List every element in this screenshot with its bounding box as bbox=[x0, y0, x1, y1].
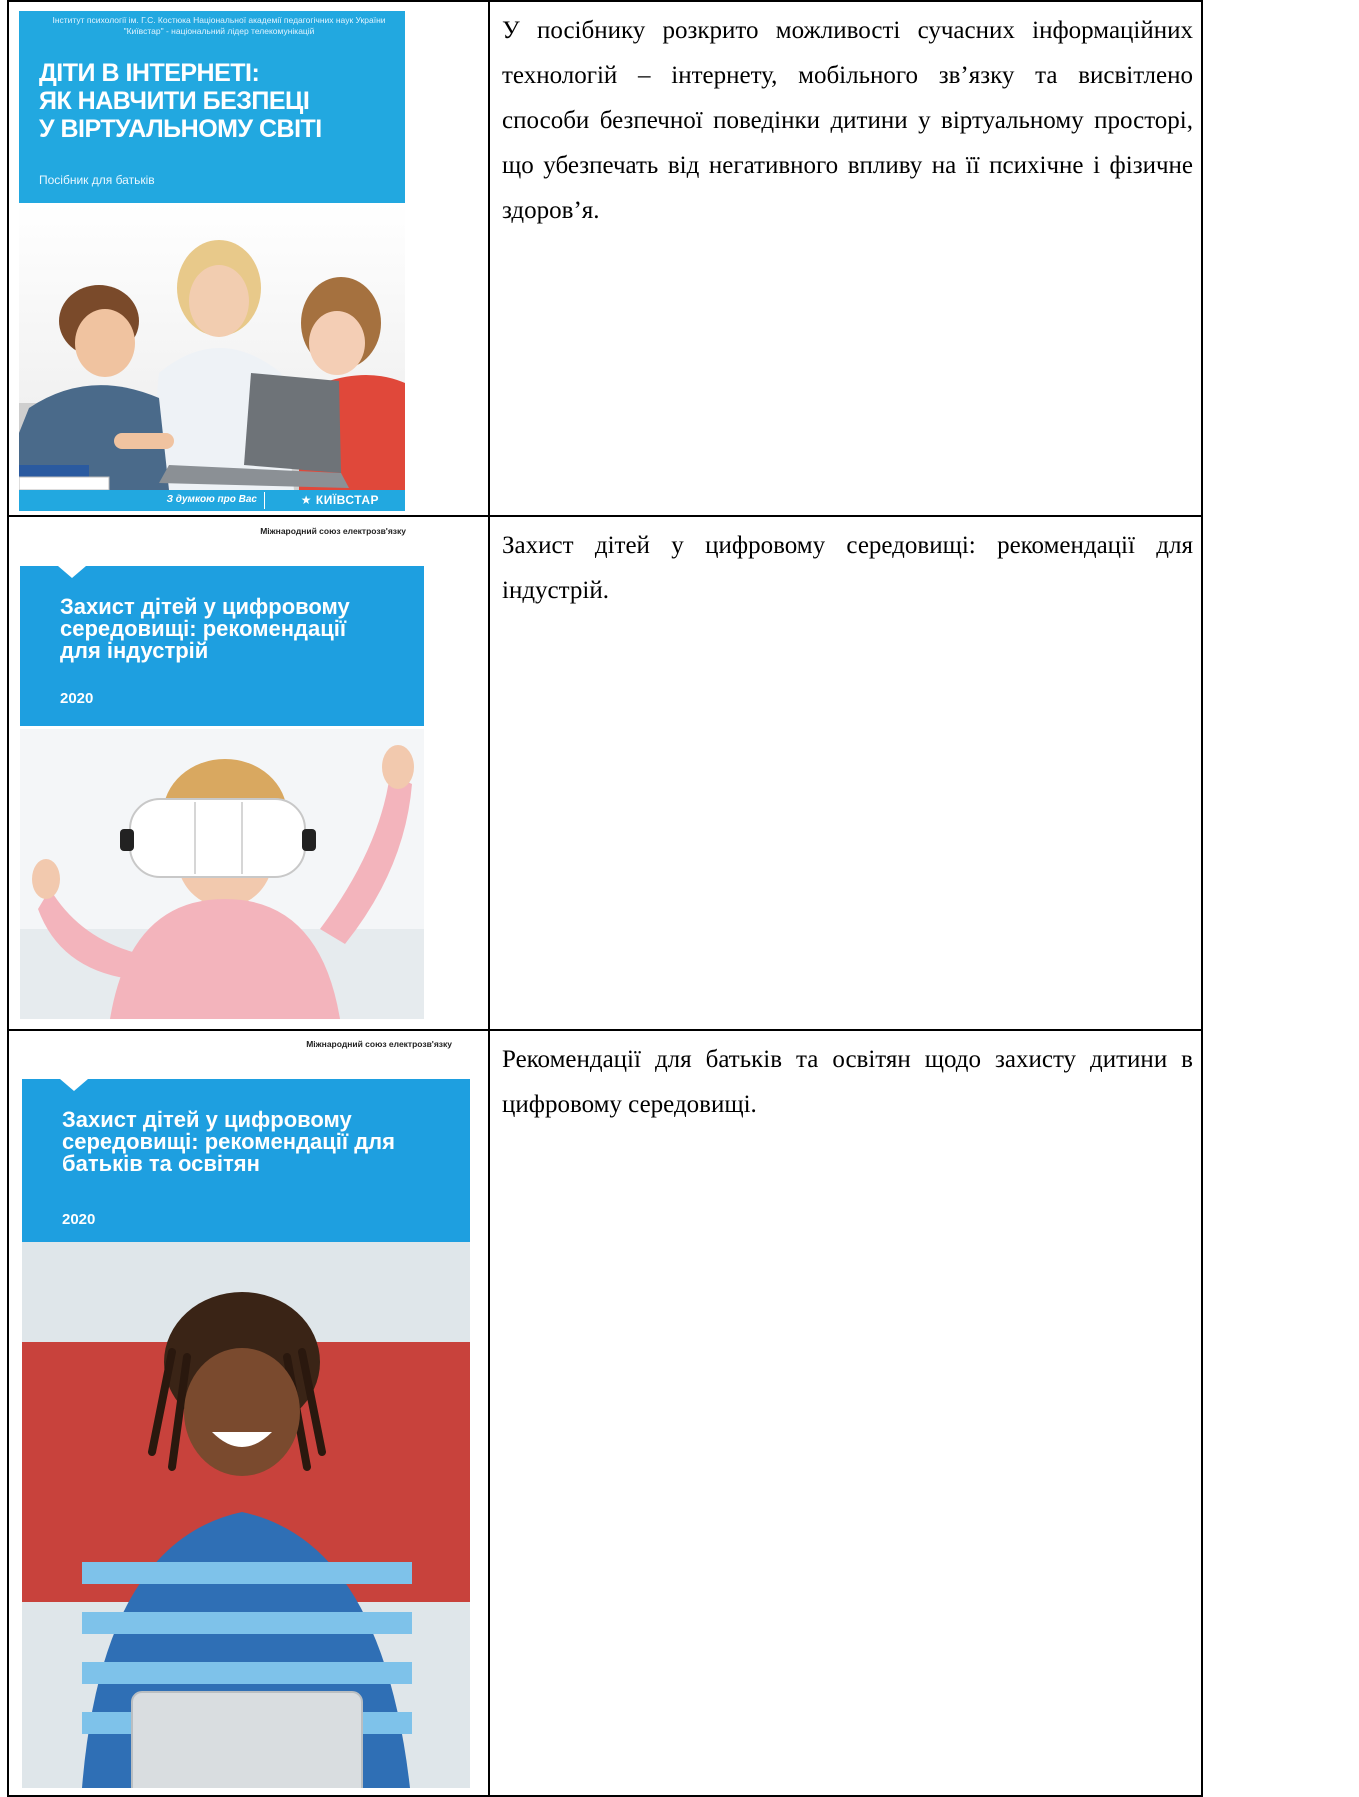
description-text: У посібнику розкрито можливості сучасних… bbox=[502, 17, 1193, 224]
cover-title-line: для індустрій bbox=[60, 638, 209, 663]
cover-title-line: середовищі: рекомендації bbox=[60, 616, 347, 641]
cover-title-line: Захист дітей у цифровому bbox=[62, 1107, 352, 1132]
cover-subtitle: Посібник для батьків bbox=[39, 173, 155, 187]
band-notch bbox=[58, 566, 86, 578]
book-cover-kids-internet: Інститут психології ім. Г.С. Костюка Нац… bbox=[19, 11, 405, 511]
book-cover-industry: Міжнародний союз електрозв'язку Захист д… bbox=[20, 523, 424, 1019]
star-icon: ★ bbox=[300, 493, 313, 507]
document-table: Інститут психології ім. Г.С. Костюка Нац… bbox=[7, 0, 1203, 1797]
description-text: Рекомендації для батьків та освітян щодо… bbox=[502, 1046, 1193, 1118]
cover-title-line: ЯК НАВЧИТИ БЕЗПЕЦІ bbox=[39, 87, 310, 115]
slogan: З думкою про Вас bbox=[166, 494, 257, 505]
description-cell: Рекомендації для батьків та освітян щодо… bbox=[488, 1029, 1203, 1797]
institute-text: Інститут психології ім. Г.С. Костюка Нац… bbox=[39, 15, 399, 37]
cover-cell: Міжнародний союз електрозв'язку Захист д… bbox=[7, 1029, 490, 1797]
cover-year: 2020 bbox=[62, 1211, 96, 1228]
cover-title-line: ДІТИ В ІНТЕРНЕТІ: bbox=[39, 59, 260, 87]
cover-footer: З думкою про Вас ★ КИЇВСТАР bbox=[19, 490, 405, 511]
cover-cell: Інститут психології ім. Г.С. Костюка Нац… bbox=[7, 0, 490, 517]
brand-name: КИЇВСТАР bbox=[315, 493, 379, 507]
vr-girl-illustration bbox=[20, 729, 424, 1019]
table-row: Міжнародний союз електрозв'язку Захист д… bbox=[7, 1029, 1203, 1797]
description-text: Захист дітей у цифровому середовищі: рек… bbox=[502, 532, 1193, 604]
institute-line: Інститут психології ім. Г.С. Костюка Нац… bbox=[52, 15, 386, 25]
cover-photo-family-laptop bbox=[19, 203, 405, 490]
cover-title-line: У ВІРТУАЛЬНОМУ СВІТІ bbox=[39, 115, 322, 143]
cover-title: Захист дітей у цифровому середовищі: рек… bbox=[62, 1109, 402, 1175]
cover-photo-child-tablet bbox=[22, 1242, 470, 1788]
family-laptop-illustration bbox=[19, 240, 405, 490]
description-cell: Захист дітей у цифровому середовищі: рек… bbox=[488, 515, 1203, 1031]
cover-organization: Міжнародний союз електрозв'язку bbox=[306, 1039, 452, 1049]
cover-title-line: середовищі: рекомендації для bbox=[62, 1129, 395, 1154]
cover-photo-vr-girl bbox=[20, 729, 424, 1019]
book-cover-parents-educators: Міжнародний союз електрозв'язку Захист д… bbox=[22, 1036, 470, 1788]
cover-title: Захист дітей у цифровому середовищі: рек… bbox=[60, 596, 400, 662]
cover-title-line: батьків та освітян bbox=[62, 1151, 260, 1176]
cover-cell: Міжнародний союз електрозв'язку Захист д… bbox=[7, 515, 490, 1031]
footer-divider bbox=[264, 492, 265, 509]
table-row: Міжнародний союз електрозв'язку Захист д… bbox=[7, 515, 1203, 1031]
cover-title: ДІТИ В ІНТЕРНЕТІ: ЯК НАВЧИТИ БЕЗПЕЦІ У В… bbox=[39, 59, 359, 143]
description-cell: У посібнику розкрито можливості сучасних… bbox=[488, 0, 1203, 517]
cover-year: 2020 bbox=[60, 690, 94, 707]
cover-organization: Міжнародний союз електрозв'язку bbox=[260, 526, 406, 536]
cover-title-line: Захист дітей у цифровому bbox=[60, 594, 350, 619]
table-row: Інститут психології ім. Г.С. Костюка Нац… bbox=[7, 0, 1203, 517]
band-notch bbox=[60, 1079, 88, 1091]
kyivstar-logo: ★ КИЇВСТАР bbox=[301, 493, 379, 507]
child-tablet-illustration bbox=[22, 1242, 470, 1788]
institute-line: "Київстар" - національний лідер телекому… bbox=[123, 26, 315, 36]
